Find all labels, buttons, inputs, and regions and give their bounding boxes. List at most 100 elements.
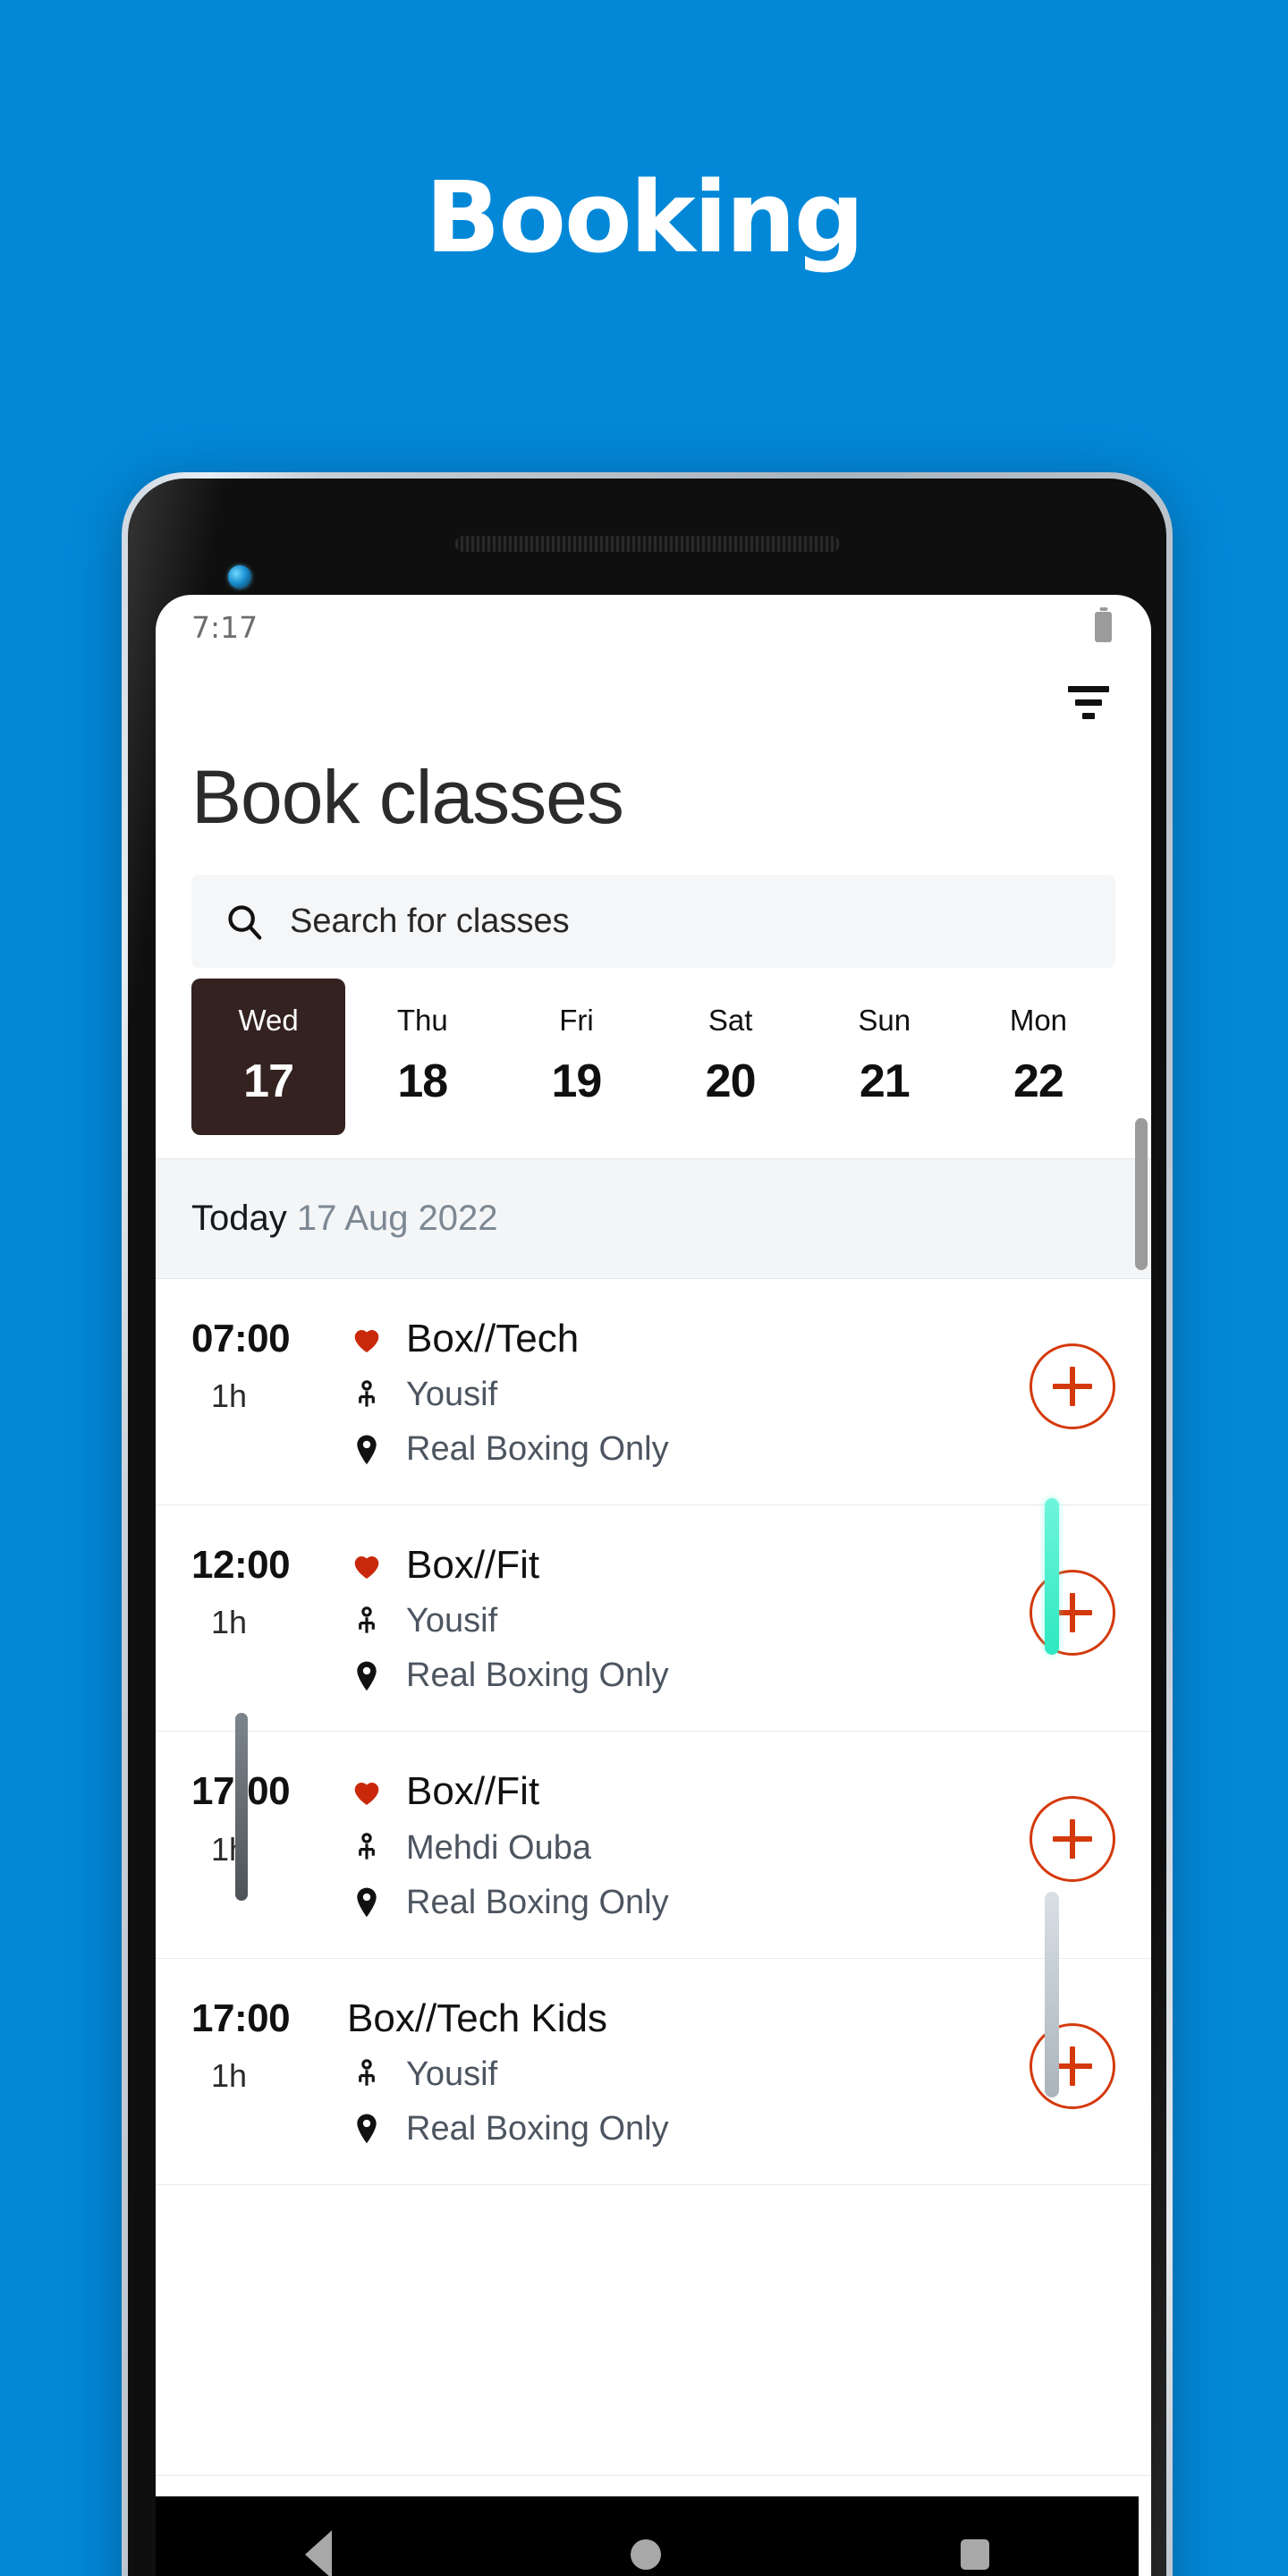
date-cell-num: 21 — [859, 1055, 911, 1107]
class-list: 07:00 1h Box//Tech Yousif Real Boxing On… — [156, 1279, 1151, 2475]
search-input[interactable]: Search for classes — [191, 875, 1115, 968]
side-button-power[interactable] — [1045, 1892, 1059, 2097]
add-class-button[interactable] — [1030, 1570, 1115, 1657]
table-row[interactable]: 07:00 1h Box//Tech Yousif Real Boxing On… — [156, 1279, 1151, 1506]
location-pin-icon — [347, 1658, 386, 1694]
date-cell-mon-22[interactable]: Mon 22 — [962, 979, 1115, 1135]
table-row[interactable]: 12:00 1h Box//Fit Yousif Real Boxing Onl… — [156, 1505, 1151, 1733]
class-time-column: 17:00 1h — [191, 1771, 342, 1868]
class-duration: 1h — [211, 1377, 248, 1415]
status-bar: 7:17 — [156, 595, 1151, 654]
class-name: Box//Fit — [406, 1543, 540, 1588]
date-cell-sat-20[interactable]: Sat 20 — [654, 979, 808, 1135]
class-location-line: Real Boxing Only — [347, 1884, 1015, 1922]
class-time-column: 07:00 1h — [191, 1318, 342, 1415]
search-section: Search for classes — [156, 875, 1151, 968]
promo-headline: Booking — [425, 160, 865, 275]
class-trainer-line: Yousif — [347, 2055, 1015, 2094]
date-cell-dow: Fri — [559, 1004, 594, 1037]
filter-bar-1 — [1068, 685, 1109, 692]
class-location-line: Real Boxing Only — [347, 2110, 1015, 2148]
add-class-button[interactable] — [1030, 2022, 1115, 2109]
earpiece-speaker-icon — [454, 536, 840, 552]
date-cell-dow: Sun — [858, 1004, 911, 1037]
table-row[interactable]: 17:00 1h Box//Tech Kids Yousif Real Boxi… — [156, 1959, 1151, 2185]
class-location-line: Real Boxing Only — [347, 1657, 1015, 1695]
date-cell-fri-19[interactable]: Fri 19 — [499, 979, 653, 1135]
phone-mockup: 7:17 Book classes Search for classes Wed… — [122, 472, 1173, 2576]
today-label: Today — [191, 1199, 287, 1238]
class-info-column: Box//Fit Mehdi Ouba Real Boxing Only — [342, 1771, 1015, 1921]
app-screen: 7:17 Book classes Search for classes Wed… — [156, 595, 1151, 2576]
add-class-button[interactable] — [1030, 1343, 1115, 1429]
location-pin-icon — [347, 1885, 386, 1920]
plus-icon — [1053, 1367, 1092, 1406]
heart-icon — [347, 1547, 386, 1583]
person-icon — [347, 1605, 386, 1639]
today-date: 17 Aug 2022 — [296, 1199, 498, 1238]
class-name: Box//Tech Kids — [347, 1996, 608, 2040]
battery-icon — [1095, 612, 1112, 642]
location-pin-icon — [347, 2111, 386, 2147]
date-cell-wed-17[interactable]: Wed 17 — [191, 979, 346, 1135]
class-name-line: Box//Fit — [347, 1543, 1015, 1588]
date-cell-num: 22 — [1013, 1055, 1064, 1107]
date-cell-dow: Mon — [1009, 1004, 1068, 1037]
class-time-column: 17:00 1h — [191, 1996, 342, 2095]
class-duration: 1h — [211, 1604, 248, 1641]
scrollbar-thumb[interactable] — [1135, 1118, 1148, 1270]
person-icon — [347, 1378, 386, 1412]
front-camera-icon — [228, 565, 251, 589]
app-bar — [156, 654, 1151, 750]
android-navigation-bar — [156, 2496, 1139, 2576]
add-class-button[interactable] — [1030, 1796, 1115, 1883]
class-info-column: Box//Tech Kids Yousif Real Boxing Only — [342, 1996, 1015, 2148]
filter-bar-2 — [1075, 699, 1102, 706]
location-pin-icon — [347, 1432, 386, 1468]
class-time: 17:00 — [191, 1996, 291, 2040]
side-button-volume[interactable] — [235, 1713, 248, 1901]
class-location-line: Real Boxing Only — [347, 1430, 1015, 1469]
class-location: Real Boxing Only — [406, 1430, 669, 1469]
person-icon — [347, 2057, 386, 2091]
class-location: Real Boxing Only — [406, 2109, 669, 2148]
search-icon — [224, 901, 265, 942]
home-circle-icon[interactable] — [631, 2539, 662, 2570]
class-name-line: Box//Tech — [347, 1318, 1015, 1360]
back-triangle-icon[interactable] — [305, 2530, 333, 2576]
side-button-green[interactable] — [1045, 1498, 1059, 1655]
class-name: Box//Tech — [406, 1317, 580, 1360]
filter-bar-3 — [1082, 712, 1095, 719]
filter-icon[interactable] — [1065, 682, 1112, 722]
date-cell-dow: Sat — [708, 1004, 753, 1037]
class-trainer: Yousif — [406, 1602, 498, 1640]
recents-square-icon[interactable] — [960, 2539, 989, 2570]
class-trainer-line: Mehdi Ouba — [347, 1829, 1015, 1868]
date-cell-num: 19 — [551, 1055, 603, 1107]
class-location: Real Boxing Only — [406, 1657, 669, 1695]
class-location: Real Boxing Only — [406, 1883, 669, 1921]
class-trainer-line: Yousif — [347, 1602, 1015, 1640]
class-info-column: Box//Tech Yousif Real Boxing Only — [342, 1318, 1015, 1469]
class-trainer: Yousif — [406, 2055, 498, 2093]
class-time: 07:00 — [191, 1317, 291, 1360]
class-info-column: Box//Fit Yousif Real Boxing Only — [342, 1543, 1015, 1695]
date-strip: Wed 17 Thu 18 Fri 19 Sat 20 Sun 21 Mon 2… — [156, 968, 1151, 1158]
class-name-line: Box//Tech Kids — [347, 1996, 1015, 2040]
date-cell-num: 20 — [705, 1055, 757, 1107]
date-cell-sun-21[interactable]: Sun 21 — [808, 979, 962, 1135]
date-cell-thu-18[interactable]: Thu 18 — [345, 979, 499, 1135]
class-trainer: Mehdi Ouba — [406, 1828, 592, 1867]
class-time: 12:00 — [191, 1543, 291, 1588]
class-trainer-line: Yousif — [347, 1376, 1015, 1414]
heart-icon — [347, 1321, 386, 1357]
class-name: Box//Fit — [406, 1769, 540, 1814]
class-name-line: Box//Fit — [347, 1771, 1015, 1812]
date-cell-num: 17 — [243, 1055, 294, 1107]
plus-icon — [1053, 1819, 1092, 1860]
date-cell-dow: Wed — [238, 1004, 299, 1037]
table-row[interactable]: 17:00 1h Box//Fit — [156, 1732, 1151, 1959]
search-placeholder: Search for classes — [290, 902, 570, 940]
status-bar-clock: 7:17 — [191, 609, 258, 645]
today-header: Today 17 Aug 2022 — [156, 1118, 1151, 1279]
